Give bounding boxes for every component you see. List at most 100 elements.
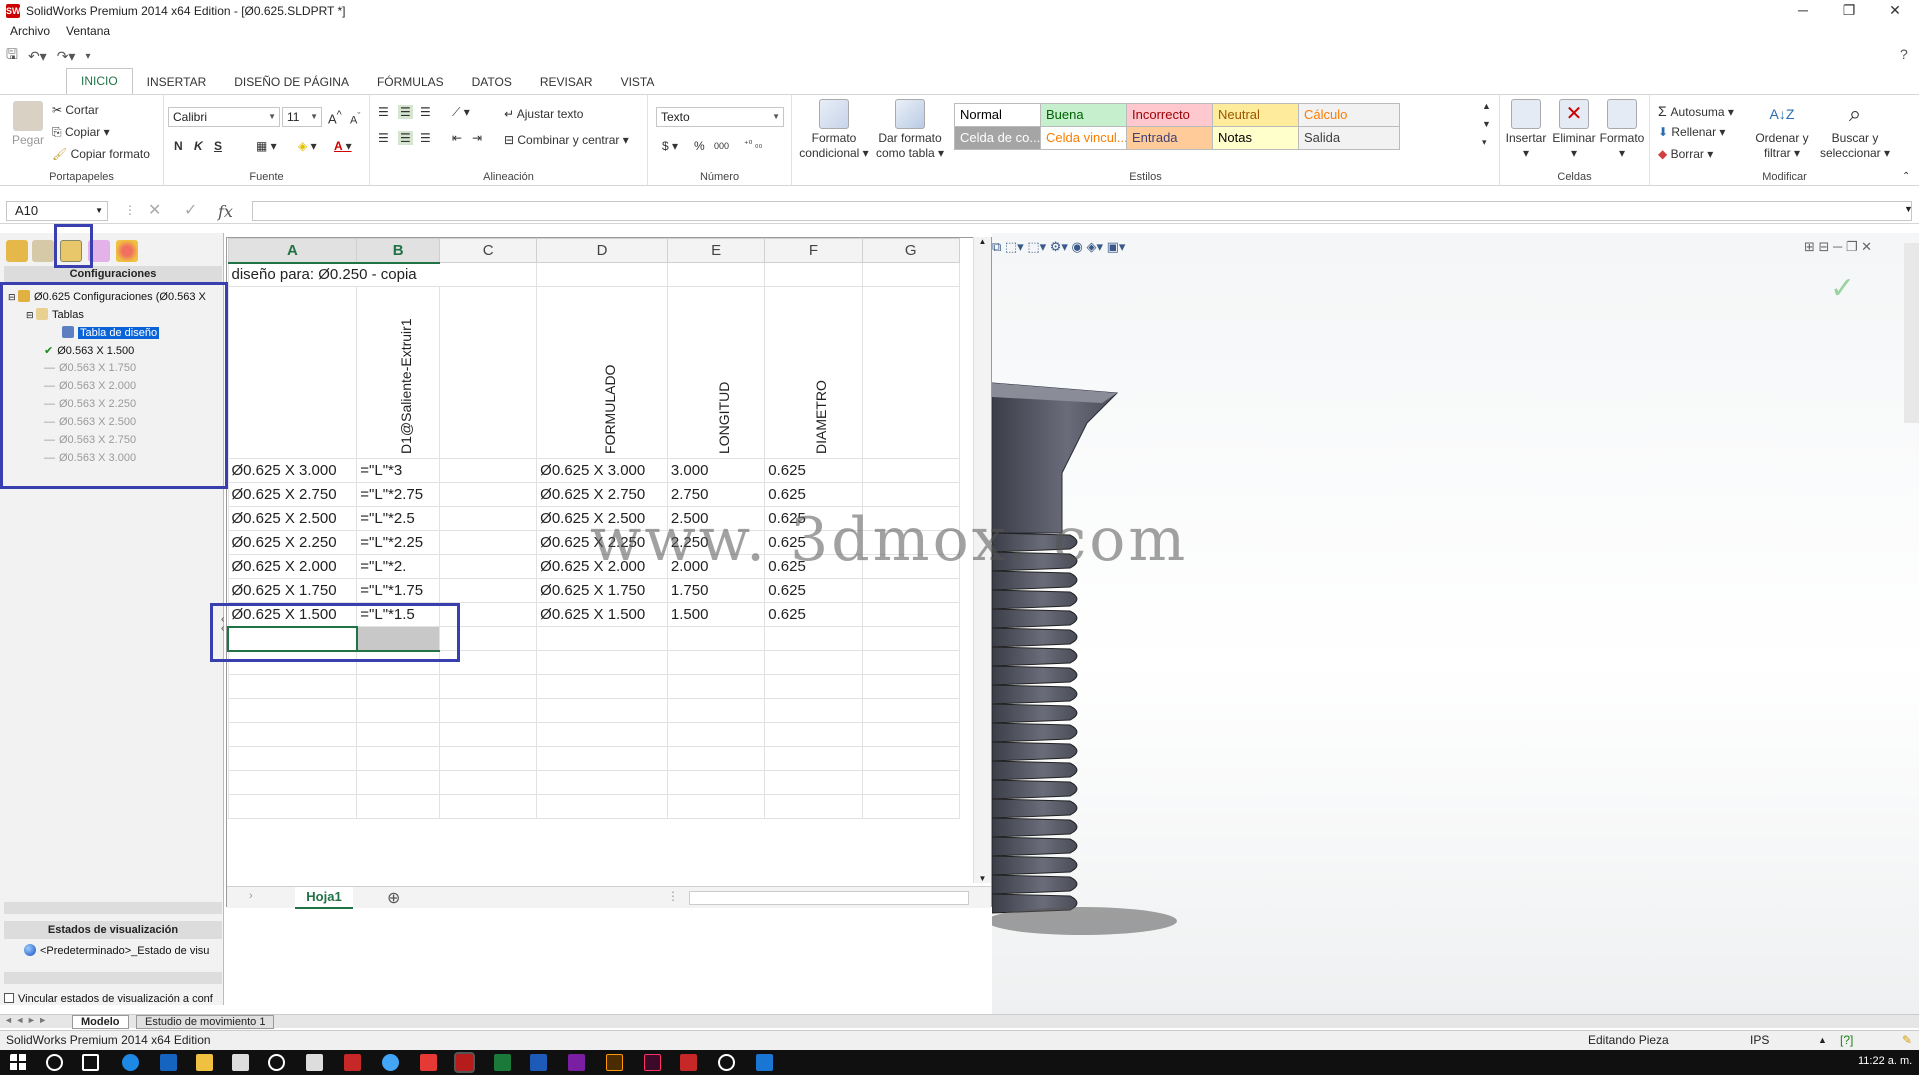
horizontal-scrollbar[interactable]	[689, 891, 969, 905]
cell[interactable]	[227, 650, 358, 675]
cell[interactable]	[861, 746, 960, 771]
table-title-cell[interactable]: diseño para: Ø0.250 - copia	[227, 262, 538, 287]
redo-icon[interactable]: ↷▾	[57, 48, 76, 65]
scroll-up-icon[interactable]: ▲	[974, 237, 991, 246]
cell[interactable]	[356, 746, 441, 771]
config-item[interactable]: — Ø0.563 X 2.000	[44, 380, 136, 392]
tab-inicio[interactable]: INICIO	[66, 68, 133, 94]
config-item[interactable]: — Ø0.563 X 3.000	[44, 452, 136, 464]
config-item[interactable]: — Ø0.563 X 2.250	[44, 398, 136, 410]
cell[interactable]	[861, 578, 960, 603]
paste-button[interactable]: Pegar	[8, 101, 48, 148]
align-center-icon[interactable]: ☰	[398, 131, 413, 145]
cell[interactable]	[536, 262, 668, 287]
find-select-button[interactable]: ⌕ Buscar y seleccionar ▾	[1818, 99, 1892, 161]
header-cell-d[interactable]: FORMULADO	[536, 286, 668, 459]
bold-button[interactable]: N	[174, 139, 183, 153]
cell[interactable]: 1.500	[666, 602, 766, 627]
scroll-down-icon[interactable]: ▼	[974, 874, 991, 883]
insert-cells-button[interactable]: Insertar ▾	[1502, 99, 1550, 161]
active-cell[interactable]	[227, 625, 358, 652]
cell[interactable]	[764, 722, 863, 747]
tab-motion-study[interactable]: Estudio de movimiento 1	[136, 1015, 275, 1029]
cell[interactable]	[861, 626, 960, 651]
autosum-button[interactable]: Σ Autosuma ▾	[1658, 103, 1734, 119]
onenote-icon[interactable]	[568, 1054, 585, 1071]
help-icon[interactable]: ?	[1900, 46, 1908, 62]
cell[interactable]: Ø0.625 X 2.750	[536, 482, 668, 507]
font-size-combo[interactable]: 11 ▼	[282, 107, 322, 127]
excel-icon[interactable]	[494, 1054, 511, 1071]
clear-button[interactable]: ◆ Borrar ▾	[1658, 147, 1713, 161]
cell[interactable]	[666, 262, 766, 287]
cell[interactable]	[439, 458, 538, 483]
cell[interactable]: 2.750	[666, 482, 766, 507]
column-header[interactable]: E	[666, 238, 766, 263]
cell[interactable]: 0.625	[764, 602, 863, 627]
header-cell-b[interactable]: D1@Saliente-Extruir1	[356, 286, 441, 459]
app-icon[interactable]	[344, 1054, 361, 1071]
increase-indent-icon[interactable]: ⇥	[472, 131, 482, 145]
borders-icon[interactable]: ▦ ▾	[256, 139, 277, 153]
help-status-icon[interactable]: [?]	[1840, 1031, 1853, 1049]
cell[interactable]: ="L"*1.75	[356, 578, 441, 603]
task-pane-tabs[interactable]	[1904, 243, 1919, 423]
cell[interactable]	[439, 286, 538, 459]
cell[interactable]	[666, 770, 766, 795]
configuration-manager-icon[interactable]	[60, 240, 82, 262]
config-item[interactable]: — Ø0.563 X 2.500	[44, 416, 136, 428]
cell[interactable]	[764, 626, 863, 651]
gallery-more-icon[interactable]: ▾	[1482, 137, 1487, 148]
cell[interactable]: ="L"*2.	[356, 554, 441, 579]
pdf-icon[interactable]	[680, 1054, 697, 1071]
split-handle-icon[interactable]: ⋮	[667, 889, 679, 903]
align-left-icon[interactable]: ☰	[378, 131, 389, 145]
align-top-icon[interactable]: ☰	[378, 105, 389, 119]
cell[interactable]: 1.750	[666, 578, 766, 603]
tab-diseno-pagina[interactable]: DISEÑO DE PÁGINA	[220, 70, 363, 94]
column-header[interactable]: F	[764, 238, 863, 263]
word-icon[interactable]	[530, 1054, 547, 1071]
mail-icon[interactable]	[232, 1054, 249, 1071]
cell[interactable]	[861, 698, 960, 723]
format-painter-button[interactable]: 🖌 Copiar formato	[52, 147, 150, 161]
cell[interactable]	[861, 286, 960, 459]
cell[interactable]: Ø0.625 X 3.000	[227, 458, 358, 483]
ie-icon[interactable]	[160, 1054, 177, 1071]
fill-button[interactable]: ⬇ Rellenar ▾	[1658, 125, 1725, 139]
calculator-icon[interactable]	[306, 1054, 323, 1071]
cell[interactable]	[861, 482, 960, 507]
tables-folder[interactable]: ⊟ Tablas	[26, 308, 84, 321]
underline-button[interactable]: S	[214, 139, 222, 153]
display-states-scrollbar[interactable]	[4, 972, 222, 984]
collapse-ribbon-icon[interactable]: ⌃	[1902, 171, 1910, 182]
enter-icon[interactable]: ✓	[184, 200, 197, 220]
link-display-states-checkbox[interactable]: Vincular estados de visualización a conf	[4, 993, 213, 1005]
cell[interactable]	[666, 650, 766, 675]
cell[interactable]: Ø0.625 X 1.500	[536, 602, 668, 627]
cell[interactable]: ="L"*3	[356, 458, 441, 483]
viewport-window-controls[interactable]: ⊞ ⊟ ─ ❐ ✕	[1804, 239, 1872, 255]
cell[interactable]	[536, 794, 668, 819]
property-manager-icon[interactable]	[32, 240, 54, 262]
cell[interactable]	[227, 770, 358, 795]
cell[interactable]	[666, 722, 766, 747]
cell[interactable]	[227, 794, 358, 819]
tab-vista[interactable]: VISTA	[607, 70, 669, 94]
media-icon[interactable]	[268, 1054, 285, 1071]
cell[interactable]	[439, 698, 538, 723]
cell[interactable]: ="L"*2.25	[356, 530, 441, 555]
format-cells-button[interactable]: Formato ▾	[1598, 99, 1646, 161]
cell[interactable]	[536, 746, 668, 771]
minimize-icon[interactable]: ─	[1780, 0, 1826, 22]
display-manager-icon[interactable]	[116, 240, 138, 262]
cell[interactable]	[764, 770, 863, 795]
confirm-check-icon[interactable]: ✓	[1830, 271, 1855, 306]
currency-button[interactable]: $ ▾	[662, 139, 678, 153]
cell[interactable]	[439, 506, 538, 531]
cell[interactable]	[861, 722, 960, 747]
task-view-icon[interactable]	[82, 1054, 99, 1071]
cell[interactable]	[356, 674, 441, 699]
header-cell-f[interactable]: DIAMETRO	[764, 286, 863, 459]
delete-cells-button[interactable]: ✕ Eliminar ▾	[1550, 99, 1598, 161]
